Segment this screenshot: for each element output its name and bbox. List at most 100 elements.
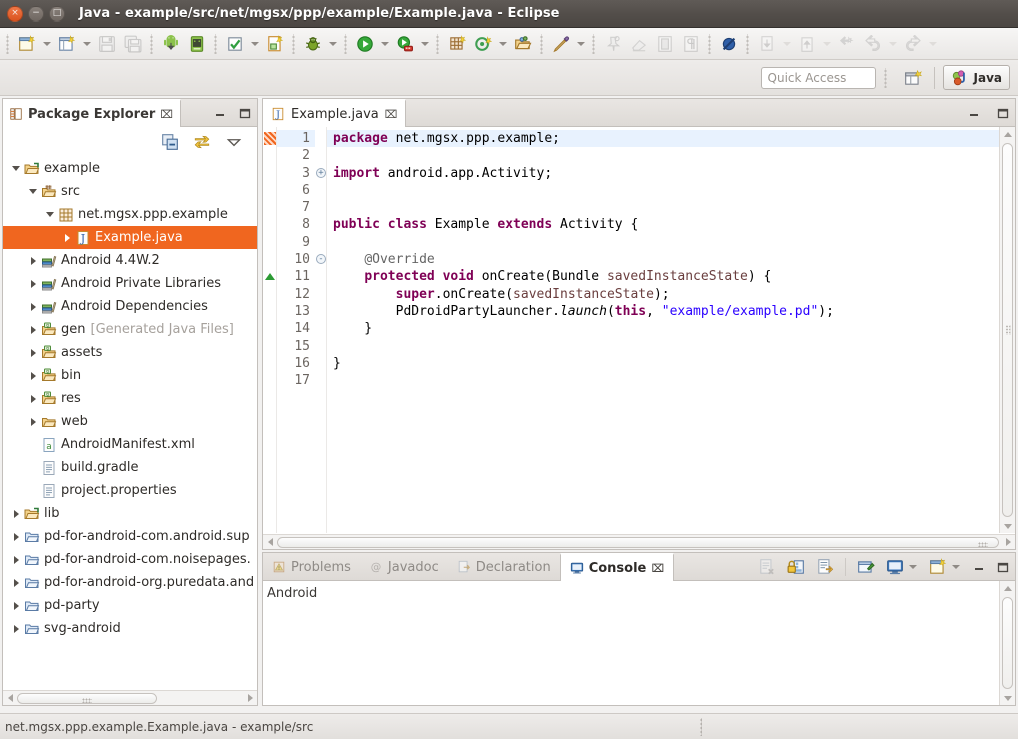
code-line[interactable] [327, 147, 999, 164]
editor-hscrollbar[interactable] [263, 534, 1015, 549]
tree-item[interactable]: web [3, 410, 257, 433]
scroll-right-button[interactable] [1001, 536, 1015, 549]
tree-item[interactable]: g res [3, 387, 257, 410]
console-output-area[interactable]: Android [263, 581, 1015, 705]
tree-item[interactable]: pd-for-android-org.puredata.and [3, 571, 257, 594]
console-scroll-lock-button[interactable] [787, 558, 805, 576]
console-open-console-button[interactable] [929, 558, 947, 576]
tab-example-java[interactable]: J Example.java ⌧ [263, 99, 407, 127]
hscroll-thumb[interactable] [277, 536, 999, 548]
code-line[interactable]: import android.app.Activity; [327, 165, 999, 182]
toolbar-back-dropdown[interactable] [886, 31, 900, 57]
tree-twisty[interactable] [26, 189, 40, 194]
toolbar-previous-annotation-button[interactable] [794, 31, 820, 57]
fold-marker-expanded[interactable]: - [316, 254, 326, 265]
minimize-view-button[interactable] [213, 107, 226, 120]
scroll-up-button[interactable] [1000, 581, 1015, 595]
hscroll-track[interactable] [277, 536, 1001, 549]
tab-javadoc[interactable]: @ Javadoc [360, 553, 448, 581]
toolbar-eraser-button[interactable] [626, 31, 652, 57]
console-word-wrap-button[interactable] [816, 558, 834, 576]
code-line[interactable]: PdDroidPartyLauncher.launch(this, "examp… [327, 303, 999, 320]
console-open-console-icon-dropdown[interactable] [950, 559, 961, 575]
console-pin-console-button[interactable] [857, 558, 875, 576]
toolbar-new-java-project-dropdown[interactable] [80, 31, 94, 57]
toolbar-new-wizard-dropdown[interactable] [40, 31, 54, 57]
hscroll-thumb[interactable] [17, 692, 157, 704]
tab-close-icon[interactable]: ⌧ [385, 108, 398, 121]
tree-item[interactable]: a AndroidManifest.xml [3, 433, 257, 456]
tree-twisty[interactable] [9, 601, 23, 610]
toolbar-grip[interactable] [590, 33, 598, 54]
tree-twisty[interactable] [26, 394, 40, 403]
toolbar-open-type-button[interactable] [510, 31, 536, 57]
code-line[interactable] [327, 338, 999, 355]
toolbar-search-marker-button[interactable] [548, 31, 574, 57]
tree-twisty[interactable] [9, 624, 23, 633]
toolbar-grip[interactable] [290, 33, 298, 54]
code-line[interactable]: @Override [327, 251, 999, 268]
tree-twisty[interactable] [9, 555, 23, 564]
tree-item[interactable]: pd-party [3, 594, 257, 617]
console-display-console-icon-dropdown[interactable] [907, 559, 918, 575]
tree-item[interactable]: Android 4.4W.2 [3, 249, 257, 272]
toolbar-previous-annotation-dropdown[interactable] [820, 31, 834, 57]
package-explorer-tree[interactable]: example src net.mgsx.ppp.example J Example.j… [3, 157, 257, 689]
console-vscrollbar[interactable] [999, 581, 1015, 705]
tree-item[interactable]: example [3, 157, 257, 180]
scroll-down-button[interactable] [1000, 519, 1016, 533]
toolbar-toggle-block-selection-button[interactable] [652, 31, 678, 57]
scroll-down-button[interactable] [1000, 691, 1016, 705]
tree-item[interactable]: src [3, 180, 257, 203]
annotation-ruler[interactable] [263, 127, 277, 533]
code-line[interactable]: package net.mgsx.ppp.example; [327, 130, 999, 148]
tree-item-selected[interactable]: J Example.java [3, 226, 257, 249]
tree-twisty[interactable] [9, 509, 23, 518]
tree-twisty[interactable] [9, 532, 23, 541]
toolbar-grip[interactable] [212, 33, 220, 54]
folding-ruler[interactable]: + - [315, 127, 327, 533]
collapse-all-button[interactable] [161, 133, 179, 151]
tree-item[interactable]: net.mgsx.ppp.example [3, 203, 257, 226]
window-close-button[interactable]: × [7, 5, 23, 22]
code-line[interactable] [327, 182, 999, 199]
toolbar-grip[interactable] [744, 33, 752, 54]
tree-twisty[interactable] [26, 302, 40, 311]
code-text-area[interactable]: package net.mgsx.ppp.example; import and… [327, 127, 999, 533]
tree-item[interactable]: pd-for-android-com.android.sup [3, 525, 257, 548]
toolbar-forward-dropdown[interactable] [926, 31, 940, 57]
minimize-console-button[interactable] [972, 561, 985, 574]
maximize-editor-button[interactable] [996, 107, 1009, 120]
toolbar-search-marker-dropdown[interactable] [574, 31, 588, 57]
code-line[interactable] [327, 372, 999, 389]
toolbar-android-sdk-manager-button[interactable] [158, 31, 184, 57]
toolbar-show-whitespace-button[interactable] [678, 31, 704, 57]
tree-twisty[interactable] [26, 348, 40, 357]
scroll-right-button[interactable] [243, 692, 257, 705]
tree-item[interactable]: svg-android [3, 617, 257, 640]
vscroll-thumb[interactable] [1002, 143, 1013, 517]
tree-item[interactable]: build.gradle [3, 456, 257, 479]
code-line[interactable]: protected void onCreate(Bundle savedInst… [327, 268, 999, 285]
toolbar-new-java-class-button[interactable] [262, 31, 288, 57]
tree-twisty[interactable] [9, 166, 23, 171]
code-line[interactable] [327, 234, 999, 251]
toolbar-grip[interactable] [148, 33, 156, 54]
package-explorer-hscrollbar[interactable] [3, 690, 257, 705]
maximize-console-button[interactable] [996, 561, 1009, 574]
maximize-view-button[interactable] [238, 107, 251, 120]
code-line[interactable] [327, 199, 999, 216]
toolbar-android-virtual-device-manager-button[interactable] [184, 31, 210, 57]
toolbar-debug-bug-button[interactable] [300, 31, 326, 57]
code-line[interactable]: } [327, 355, 999, 372]
toolbar-grip[interactable] [434, 33, 442, 54]
toolbar-new-wizard-button[interactable] [14, 31, 40, 57]
window-maximize-button[interactable]: □ [49, 5, 65, 22]
tab-problems[interactable]: Problems [263, 553, 360, 581]
code-line[interactable]: } [327, 320, 999, 337]
quick-access-input[interactable]: Quick Access [760, 66, 876, 89]
tree-twisty[interactable] [26, 279, 40, 288]
toolbar-grip[interactable] [706, 33, 714, 54]
tree-item[interactable]: Android Dependencies [3, 295, 257, 318]
tree-item[interactable]: g bin [3, 364, 257, 387]
